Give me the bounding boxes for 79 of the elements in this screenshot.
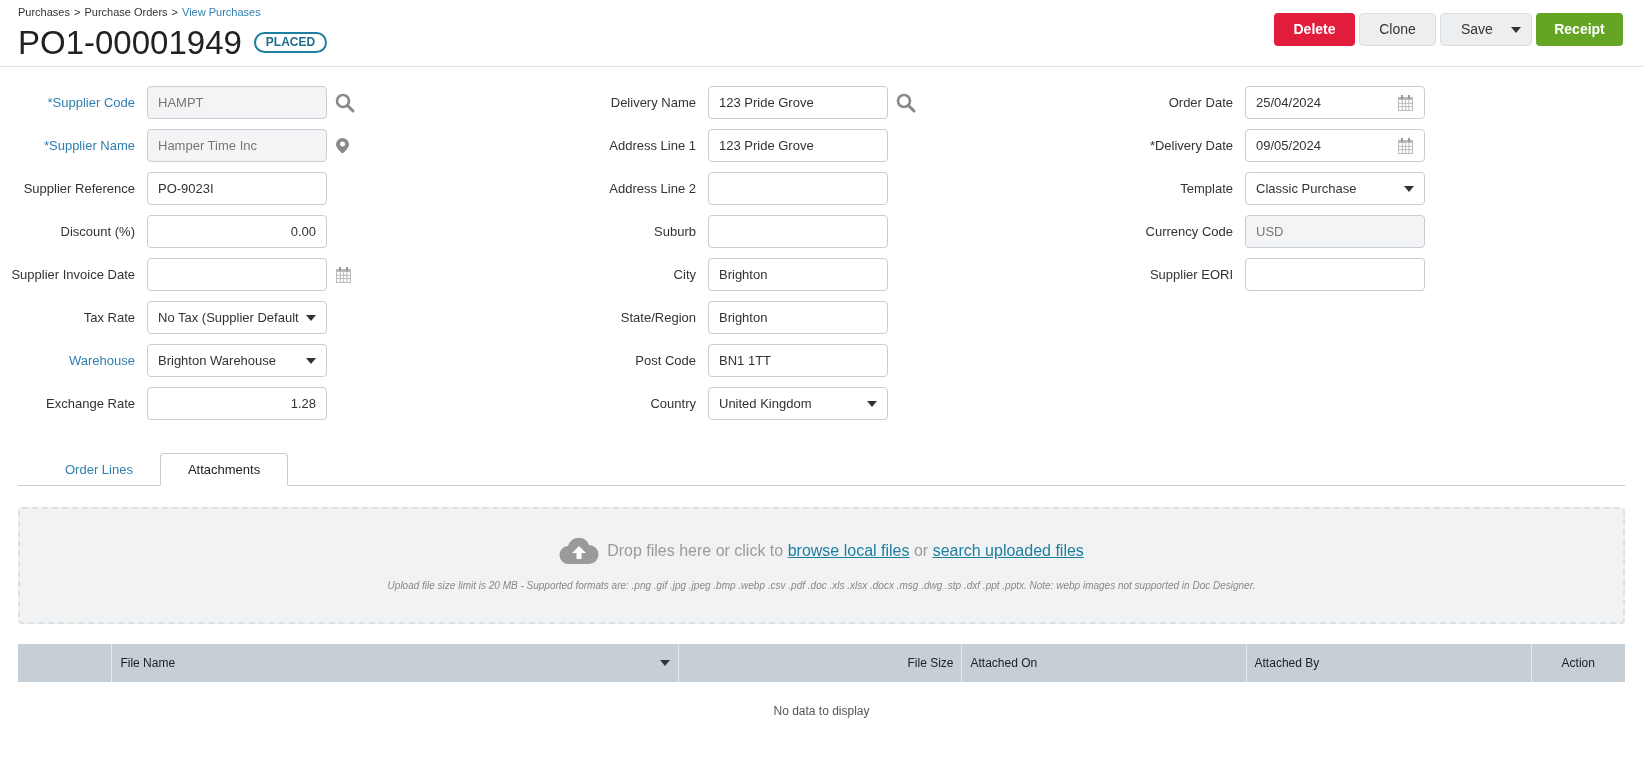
search-link[interactable]: search uploaded files	[932, 542, 1084, 559]
calendar-icon[interactable]	[1397, 93, 1414, 112]
input-field[interactable]: HAMPT	[147, 86, 327, 119]
field-label: State/Region	[619, 308, 697, 327]
empty-table-message: No data to display	[772, 703, 871, 720]
breadcrumb-separator: >	[74, 5, 81, 20]
field-label: Country	[649, 394, 697, 413]
field-label: Supplier EORI	[1148, 265, 1234, 284]
page-title: PO1-00001949	[18, 22, 242, 63]
upload-note: Upload file size limit is 20 MB - Supported formats are: .png .gif .jpg .jpeg .bmp .webp .csv .pdf .doc .xls .xlsx .docx .msg .dwg .stp .dxf .ppt .pptx. Note: webp images not supported in Doc Designer.	[387, 579, 1256, 593]
field-label: Currency Code	[1144, 222, 1234, 241]
breadcrumb-link[interactable]: Purchase Orders	[84, 4, 168, 21]
column-header[interactable]: File Name	[112, 644, 680, 682]
search-icon[interactable]	[335, 92, 355, 113]
column-header[interactable]: Attached By	[1246, 644, 1532, 682]
input-field[interactable]: Brighton	[708, 301, 888, 334]
input-field[interactable]: Brighton	[708, 258, 888, 291]
input-field[interactable]: 1.28	[147, 387, 327, 420]
drop-instruction: Drop files here or click to	[607, 542, 784, 559]
location-pin-icon[interactable]	[335, 137, 350, 154]
input-field[interactable]	[147, 258, 327, 291]
field-label: Tax Rate	[82, 308, 136, 327]
tab[interactable]: Attachments	[159, 453, 289, 486]
calendar-icon[interactable]	[1397, 136, 1414, 155]
dropdown[interactable]: Brighton Warehouse	[147, 344, 327, 377]
dropdown[interactable]: No Tax (Supplier Default	[147, 301, 327, 334]
caret-icon	[1511, 26, 1521, 33]
field-label: Exchange Rate	[45, 394, 136, 413]
breadcrumb-link[interactable]: Purchases	[18, 4, 70, 21]
calendar-icon[interactable]	[335, 265, 352, 284]
caret-icon	[867, 400, 877, 407]
column-header[interactable]: Attached On	[962, 644, 1247, 682]
field-label: Supplier Invoice Date	[10, 265, 136, 284]
input-field[interactable]	[708, 172, 888, 205]
field-label: Warehouse	[68, 351, 136, 370]
input-field[interactable]: 0.00	[147, 215, 327, 248]
date-field[interactable]: 25/04/2024	[1245, 86, 1425, 119]
field-label: City	[672, 265, 697, 284]
field-label: Address Line 2	[608, 179, 697, 198]
field-label: *Delivery Date	[1148, 136, 1234, 155]
input-field[interactable]: PO-9023I	[147, 172, 327, 205]
column-header[interactable]: Action	[1531, 644, 1625, 682]
input-field[interactable]: 123 Pride Grove	[708, 86, 888, 119]
dropdown[interactable]: Classic Purchase	[1245, 172, 1425, 205]
clone-button[interactable]: Clone	[1359, 13, 1436, 46]
save-button[interactable]: Save	[1440, 13, 1532, 46]
cloud-upload-icon	[559, 538, 600, 564]
field-label: Delivery Name	[609, 93, 697, 112]
input-field[interactable]: Hamper Time Inc	[147, 129, 327, 162]
date-field[interactable]: 09/05/2024	[1245, 129, 1425, 162]
field-label: Post Code	[634, 351, 697, 370]
delete-button[interactable]: Delete	[1274, 13, 1355, 46]
input-field[interactable]: USD	[1245, 215, 1425, 248]
joiner-text: or	[913, 542, 929, 559]
status-badge: PLACED	[253, 32, 328, 53]
field-label: *Supplier Name	[42, 136, 136, 155]
browse-link[interactable]: browse local files	[787, 542, 910, 559]
caret-icon	[660, 660, 671, 666]
caret-icon	[306, 314, 316, 321]
column-header[interactable]: File Size	[679, 644, 963, 682]
caret-icon	[1404, 185, 1414, 192]
dropdown[interactable]: United Kingdom	[708, 387, 888, 420]
field-label: Address Line 1	[608, 136, 697, 155]
input-field[interactable]	[1245, 258, 1425, 291]
field-label: Template	[1179, 179, 1234, 198]
breadcrumb-separator: >	[171, 5, 178, 20]
tab[interactable]: Order Lines	[38, 453, 160, 486]
input-field[interactable]	[708, 215, 888, 248]
field-label: Supplier Reference	[22, 179, 136, 198]
field-label: Order Date	[1167, 93, 1234, 112]
field-label: Suburb	[653, 222, 697, 241]
field-label: Discount (%)	[59, 222, 136, 241]
file-drop-zone[interactable]	[18, 507, 1625, 624]
search-icon[interactable]	[896, 92, 916, 113]
breadcrumb-link[interactable]: View Purchases	[182, 4, 261, 21]
field-label: *Supplier Code	[46, 93, 136, 112]
input-field[interactable]: BN1 1TT	[708, 344, 888, 377]
caret-icon	[306, 357, 316, 364]
input-field[interactable]: 123 Pride Grove	[708, 129, 888, 162]
